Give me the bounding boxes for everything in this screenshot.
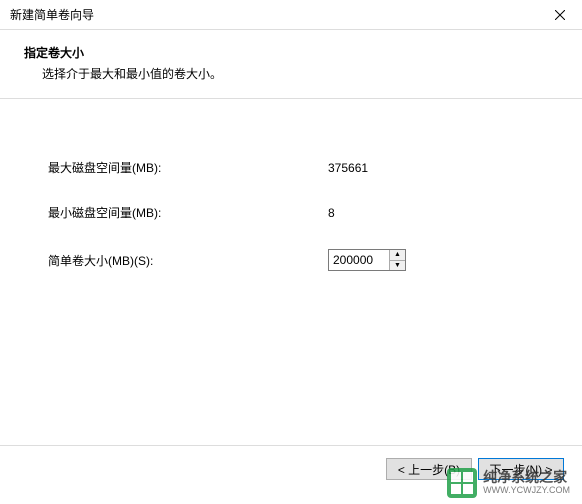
- close-icon: [555, 10, 565, 20]
- min-space-row: 最小磁盘空间量(MB): 8: [48, 204, 534, 221]
- spinner-down-button[interactable]: ▼: [390, 261, 405, 271]
- volume-size-label: 简单卷大小(MB)(S):: [48, 252, 328, 269]
- page-description: 选择介于最大和最小值的卷大小。: [24, 65, 558, 82]
- max-space-row: 最大磁盘空间量(MB): 375661: [48, 159, 534, 176]
- min-space-value: 8: [328, 206, 335, 220]
- spinner-up-button[interactable]: ▲: [390, 250, 405, 261]
- volume-size-row: 简单卷大小(MB)(S): ▲ ▼: [48, 249, 534, 271]
- spinner-buttons: ▲ ▼: [389, 250, 405, 270]
- volume-size-spinner: ▲ ▼: [328, 249, 406, 271]
- window-title: 新建简单卷向导: [10, 6, 94, 23]
- wizard-header: 指定卷大小 选择介于最大和最小值的卷大小。: [0, 30, 582, 98]
- close-button[interactable]: [537, 0, 582, 30]
- max-space-label: 最大磁盘空间量(MB):: [48, 159, 328, 176]
- titlebar: 新建简单卷向导: [0, 0, 582, 30]
- content-area: 最大磁盘空间量(MB): 375661 最小磁盘空间量(MB): 8 简单卷大小…: [0, 99, 582, 319]
- chevron-down-icon: ▼: [394, 262, 401, 269]
- page-title: 指定卷大小: [24, 44, 558, 61]
- min-space-label: 最小磁盘空间量(MB):: [48, 204, 328, 221]
- chevron-up-icon: ▲: [394, 251, 401, 258]
- volume-size-input[interactable]: [329, 250, 389, 270]
- next-button[interactable]: 下一步(N) >: [478, 458, 564, 480]
- max-space-value: 375661: [328, 161, 368, 175]
- back-button[interactable]: < 上一步(B): [386, 458, 472, 480]
- wizard-footer: < 上一步(B) 下一步(N) >: [0, 445, 582, 504]
